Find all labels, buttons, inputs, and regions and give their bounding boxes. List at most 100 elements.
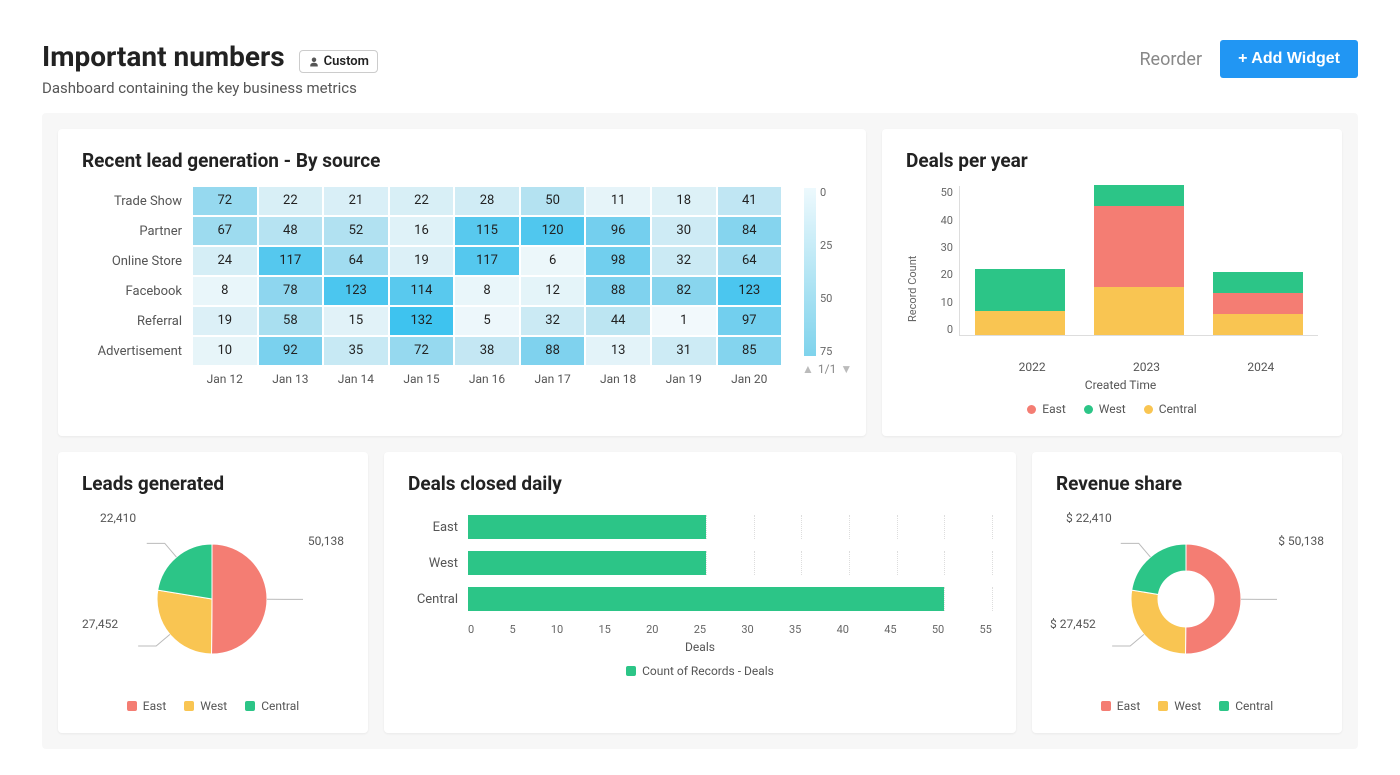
heatmap-cell[interactable]: 24 (192, 246, 258, 276)
heatmap-cell[interactable]: 1 (651, 306, 717, 336)
heatmap-row-label: Advertisement (82, 344, 192, 359)
heatmap-cell[interactable]: 19 (192, 306, 258, 336)
heatmap-cell[interactable]: 48 (258, 216, 324, 246)
rev-lbl-east: $ 50,138 (1278, 534, 1324, 548)
heatmap-cell[interactable]: 22 (258, 186, 324, 216)
heatmap-cell[interactable]: 44 (585, 306, 651, 336)
deals-daily-legend: Count of Records - Deals (408, 664, 992, 678)
heatmap-cell[interactable]: 8 (454, 276, 520, 306)
revenue-title: Revenue share (1056, 472, 1318, 495)
pie-slice[interactable] (158, 544, 212, 599)
heatmap-cell[interactable]: 123 (323, 276, 389, 306)
deals-year-ylabel: Record Count (906, 186, 919, 392)
heatmap-cell[interactable]: 117 (258, 246, 324, 276)
heatmap-cell[interactable]: 32 (520, 306, 586, 336)
heatmap-cell[interactable]: 41 (717, 186, 783, 216)
heatmap-row-label: Trade Show (82, 194, 192, 209)
heatmap-cell[interactable]: 84 (717, 216, 783, 246)
hbar-fill[interactable] (468, 515, 706, 539)
heatmap-cell[interactable]: 96 (585, 216, 651, 246)
pie-slice[interactable] (157, 590, 212, 654)
heatmap-cell[interactable]: 32 (651, 246, 717, 276)
pager-prev-icon[interactable]: ▲ (802, 362, 814, 376)
heatmap-cell[interactable]: 52 (323, 216, 389, 246)
heatmap-cell[interactable]: 50 (520, 186, 586, 216)
heatmap-cell[interactable]: 30 (651, 216, 717, 246)
header-right: Reorder + Add Widget (1139, 40, 1358, 78)
heatmap-cell[interactable]: 10 (192, 336, 258, 366)
deals-year-yaxis: 50403020100 (923, 186, 959, 336)
stacked-bar[interactable] (1213, 272, 1303, 335)
heatmap-card: Recent lead generation - By source Trade… (58, 129, 866, 436)
pager-next-icon[interactable]: ▼ (840, 362, 852, 376)
heatmap-cell[interactable]: 6 (520, 246, 586, 276)
deals-year-legend: East West Central (906, 402, 1318, 416)
deals-daily-xlabels: 0510152025303540455055 (468, 617, 992, 636)
hbar-label: Central (408, 592, 468, 607)
hbar-fill[interactable] (468, 551, 706, 575)
pie-slice[interactable] (212, 544, 267, 654)
heatmap-cell[interactable]: 35 (323, 336, 389, 366)
deals-daily-plot: EastWestCentral (408, 509, 992, 617)
heatmap-cell[interactable]: 123 (717, 276, 783, 306)
heatmap-cell[interactable]: 22 (389, 186, 455, 216)
deals-year-plot (959, 186, 1318, 336)
stacked-bar[interactable] (975, 269, 1065, 335)
pie-slice[interactable] (1132, 544, 1186, 594)
heatmap-cell[interactable]: 72 (192, 186, 258, 216)
reorder-button[interactable]: Reorder (1139, 49, 1202, 70)
heatmap-cell[interactable]: 31 (651, 336, 717, 366)
heatmap-cell[interactable]: 115 (454, 216, 520, 246)
add-widget-button[interactable]: + Add Widget (1220, 40, 1358, 78)
heatmap-cell[interactable]: 67 (192, 216, 258, 246)
heatmap-cell[interactable]: 64 (717, 246, 783, 276)
heatmap-cell[interactable]: 120 (520, 216, 586, 246)
heatmap-grid: Trade Show722221222850111841Partner67485… (82, 186, 782, 386)
leads-pie-card: Leads generated 22,410 50,138 27,452 Eas… (58, 452, 368, 733)
pie-slice[interactable] (1186, 544, 1241, 654)
heatmap-cell[interactable]: 78 (258, 276, 324, 306)
heatmap-cell[interactable]: 72 (389, 336, 455, 366)
custom-badge[interactable]: Custom (299, 50, 378, 73)
heatmap-cell[interactable]: 92 (258, 336, 324, 366)
heatmap-cell[interactable]: 18 (651, 186, 717, 216)
heatmap-cell[interactable]: 114 (389, 276, 455, 306)
heatmap-cell[interactable]: 16 (389, 216, 455, 246)
heatmap-cell[interactable]: 8 (192, 276, 258, 306)
pie-slice[interactable] (1131, 590, 1186, 654)
heatmap-cell[interactable]: 64 (323, 246, 389, 276)
heatmap-cell[interactable]: 19 (389, 246, 455, 276)
deals-year-card: Deals per year Record Count 50403020100 … (882, 129, 1342, 436)
heatmap-cell[interactable]: 97 (717, 306, 783, 336)
heatmap-cell[interactable]: 38 (454, 336, 520, 366)
revenue-legend: East West Central (1056, 699, 1318, 713)
leads-lbl-central: 22,410 (100, 511, 136, 525)
heatmap-cell[interactable]: 85 (717, 336, 783, 366)
heatmap-cell[interactable]: 98 (585, 246, 651, 276)
heatmap-cell[interactable]: 88 (520, 336, 586, 366)
heatmap-cell[interactable]: 15 (323, 306, 389, 336)
leads-pie-svg (82, 509, 342, 679)
leads-pie-title: Leads generated (82, 472, 344, 495)
stacked-bar[interactable] (1094, 185, 1184, 335)
hbar-fill[interactable] (468, 587, 944, 611)
hbar-label: East (408, 520, 468, 535)
heatmap-pager[interactable]: ▲ 1/1 ▼ (802, 362, 842, 376)
deals-daily-xlabel: Deals (408, 640, 992, 654)
heatmap-cell[interactable]: 88 (585, 276, 651, 306)
heatmap-cell[interactable]: 58 (258, 306, 324, 336)
page-header: Important numbers Custom Dashboard conta… (0, 0, 1400, 113)
heatmap-cell[interactable]: 12 (520, 276, 586, 306)
heatmap-cell[interactable]: 82 (651, 276, 717, 306)
heatmap-cell[interactable]: 13 (585, 336, 651, 366)
heatmap-cell[interactable]: 117 (454, 246, 520, 276)
heatmap-cell[interactable]: 28 (454, 186, 520, 216)
heatmap-cell[interactable]: 5 (454, 306, 520, 336)
page-subtitle: Dashboard containing the key business me… (42, 79, 378, 97)
heatmap-cell[interactable]: 11 (585, 186, 651, 216)
heatmap-row-label: Facebook (82, 284, 192, 299)
heatmap-cell[interactable]: 21 (323, 186, 389, 216)
heatmap-title: Recent lead generation - By source (82, 149, 842, 172)
deals-year-title: Deals per year (906, 149, 1318, 172)
heatmap-cell[interactable]: 132 (389, 306, 455, 336)
